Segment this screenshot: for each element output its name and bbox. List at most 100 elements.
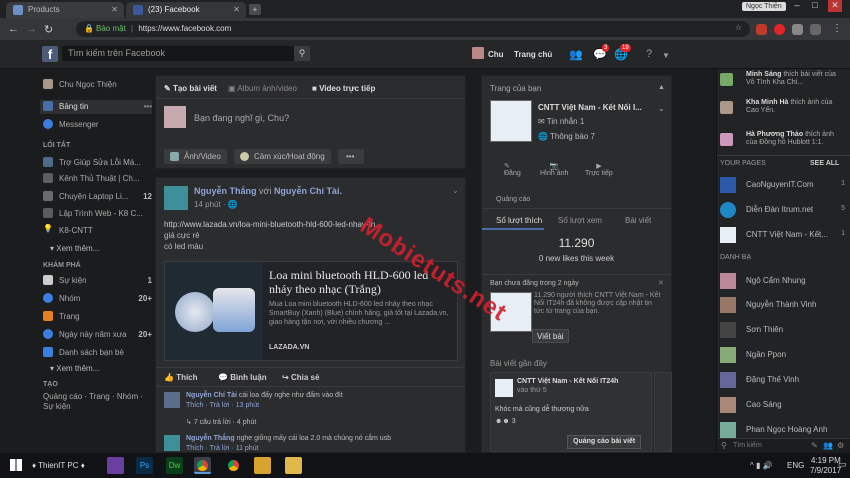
new-tab-button[interactable]: + [249,4,261,15]
notifications-link[interactable]: 🌐 Thông báo 7 [538,132,595,141]
facebook-logo-icon[interactable]: f [42,46,58,62]
contact-row[interactable]: Ngân Ppon [717,345,850,365]
sidebar-item-shortcut[interactable]: Kênh Thủ Thuật | Ch... [40,172,152,186]
recent-post-card[interactable]: CNTT Việt Nam - Kết Nối IT24h vào thứ 5 … [490,372,652,452]
post-time[interactable]: 14 phút [194,200,221,209]
chevron-down-icon[interactable]: ⌄ [658,104,665,113]
sidebar-item-shortcut[interactable]: Chuyện Laptop Li... 12 [40,190,152,204]
contact-row[interactable]: Ngô Cẩm Nhung [717,271,850,291]
feeling-button[interactable]: Cảm xúc/Hoạt động [234,149,331,164]
more-button[interactable]: ••• [338,149,364,164]
ticker-item[interactable]: Kha Minh Hà thích ảnh của Cao Yến. [717,99,850,129]
contact-row[interactable]: Sơn Thiên [717,320,850,340]
create-links[interactable]: Quảng cáo · Trang · Nhóm · Sự kiện [43,392,151,412]
dreamweaver-icon[interactable]: Dw [166,457,183,474]
write-post-button[interactable]: Viết bài [532,329,569,343]
clock-date[interactable]: 7/9/2017 [810,466,841,475]
post-options-icon[interactable]: ⌄ [452,186,459,195]
ticker-item[interactable]: Minh Sáng thích bài viết của Vô Tình Kha… [717,71,850,99]
menu-icon[interactable]: ⋮ [832,23,842,34]
adblock-icon[interactable] [756,24,767,35]
photoshop-icon[interactable]: Ps [136,457,153,474]
photo-button[interactable]: 📷 Hình ảnh [540,162,568,177]
sidebar-item-friend-lists[interactable]: Danh sách bạn bè [40,346,152,360]
contact-row[interactable]: Đặng Thế Vinh [717,370,850,390]
search-icon[interactable]: ⚲ [294,46,310,61]
forward-icon[interactable]: → [26,23,37,35]
contact-row[interactable]: Cao Sáng [717,395,850,415]
link-preview[interactable]: Loa mini bluetooth HLD-600 led nháy theo… [164,261,458,361]
maximize-icon[interactable]: □ [808,0,822,12]
see-more-link[interactable]: ▾ Xem thêm... [40,362,152,376]
url-bar[interactable]: 🔒 Bảo mật | https://www.facebook.com ☆ [76,21,750,37]
sidebar-item-shortcut[interactable]: Trợ Giúp Sửa Lỗi Má... [40,156,152,170]
close-window-icon[interactable]: ✕ [828,0,842,12]
publish-button[interactable]: ✎ Đăng [504,162,521,177]
tab-products[interactable]: Products ✕ [6,2,124,18]
notification-icon[interactable]: ▭ [838,459,847,470]
friends-icon[interactable]: 👥 [569,48,583,61]
chevron-down-icon[interactable]: ▼ [662,51,670,60]
tab-album[interactable]: ▣ Album ảnh/video [228,84,297,93]
home-link[interactable]: Trang chủ [514,50,552,59]
page-row[interactable]: CaoNguyenIT.Com 1 [717,175,850,195]
see-all-link[interactable]: SEE ALL [810,160,839,167]
avatar[interactable] [472,47,484,59]
ads-button[interactable]: Quảng cáo [496,196,530,203]
comment-button[interactable]: 💬 Bình luận [218,373,267,382]
recent-post-card[interactable] [654,372,672,452]
extension-icon[interactable] [810,24,821,35]
back-icon[interactable]: ← [8,23,19,35]
page-name[interactable]: CNTT Việt Nam - Kết Nối I... [538,103,642,112]
photo-video-button[interactable]: Ảnh/Video [164,149,227,164]
sidebar-item-shortcut[interactable]: Lập Trình Web - K8 C... [40,207,152,221]
language-indicator[interactable]: ENG [787,461,804,470]
sidebar-item-news-feed[interactable]: Bảng tin ••• [40,100,152,114]
post-link[interactable]: http://www.lazada.vn/loa-mini-bluetooth-… [164,220,382,229]
sidebar-item-memories[interactable]: Ngày này năm xưa 20+ [40,328,152,342]
help-icon[interactable]: ? [646,48,652,60]
gear-icon[interactable]: ⚙ [837,441,844,450]
reload-icon[interactable]: ↻ [44,23,53,36]
tab-facebook[interactable]: (23) Facebook ✕ [126,2,246,18]
minimize-icon[interactable]: – [790,0,804,12]
extension-icon[interactable] [792,24,803,35]
comment-actions[interactable]: Thích · Trả lời · 13 phút [186,402,259,409]
profile-badge[interactable]: Ngọc Thiện [742,2,786,11]
sidebar-item-events[interactable]: Sự kiện 1 [40,274,152,288]
see-more-link[interactable]: ▾ Xem thêm... [40,242,152,256]
new-message-icon[interactable]: ✎ [811,441,818,450]
contact-row[interactable]: Phan Ngọc Hoàng Anh [717,420,850,440]
ticker-item[interactable]: Hà Phương Thảo thích ảnh của Đồng hồ Hub… [717,131,850,153]
tagged-user[interactable]: Nguyễn Chí Tài. [274,186,342,196]
post-author[interactable]: Nguyễn Thắng [194,186,257,196]
close-icon[interactable]: ✕ [658,279,664,287]
chat-search-input[interactable]: ⚲ Tìm kiếm ✎ 👥 ⚙ [717,438,850,453]
collapse-icon[interactable]: ▲ [658,84,665,91]
tab-create-post[interactable]: ✎ Tạo bài viết [164,84,217,93]
star-icon[interactable]: ☆ [735,23,742,32]
comment-actions[interactable]: Thích · Trả lời · 11 phút [186,445,259,452]
sidebar-item-groups[interactable]: Nhóm 20+ [40,292,152,306]
sidebar-item-profile[interactable]: Chu Ngọc Thiện [40,78,152,92]
search-input[interactable]: Tìm kiếm trên Facebook [62,46,310,61]
sidebar-item-shortcut[interactable]: 💡 K8-CNTT [40,224,152,238]
tab-views[interactable]: Số lượt xem [558,216,602,225]
visual-studio-icon[interactable] [107,457,124,474]
tab-posts[interactable]: Bài viết [625,216,651,225]
sidebar-item-pages[interactable]: Trang [40,310,152,324]
sidebar-item-messenger[interactable]: Messenger [40,118,152,132]
chrome-icon[interactable] [225,457,242,474]
messages-link[interactable]: ✉ Tin nhắn 1 [538,117,584,126]
replies-link[interactable]: ↳ 7 câu trả lời · 4 phút [186,418,256,426]
chrome-icon[interactable] [194,457,211,474]
like-button[interactable]: 👍 Thích [164,373,198,382]
group-chat-icon[interactable]: 👥 [823,441,833,450]
close-icon[interactable]: ✕ [233,5,240,14]
page-row[interactable]: CNTT Việt Nam - Kết... 1 [717,225,850,245]
tray-icons[interactable]: ^ ▮ 🔊 [750,461,773,470]
extension-icon[interactable] [774,24,785,35]
page-row[interactable]: Diễn Đàn Itrum.net 5 [717,200,850,220]
tab-live-video[interactable]: ■ Video trực tiếp [312,84,375,93]
windows-start-icon[interactable] [10,459,22,471]
